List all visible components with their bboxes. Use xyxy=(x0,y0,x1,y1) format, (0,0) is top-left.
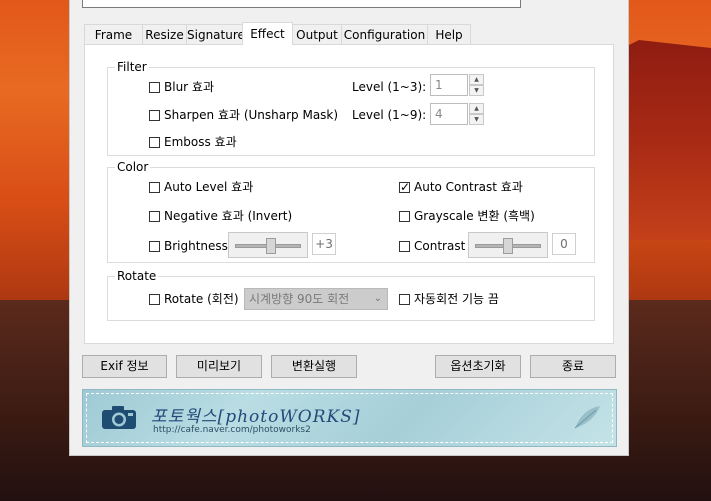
blur-checkbox-box[interactable] xyxy=(149,81,160,93)
exit-button[interactable]: 종료 xyxy=(530,355,616,378)
tab-frame[interactable]: Frame xyxy=(84,24,143,44)
auto-level-checkbox-box[interactable] xyxy=(149,181,160,193)
emboss-label: Emboss 효과 xyxy=(164,135,237,149)
sharpen-level-field[interactable]: 4 xyxy=(430,103,468,125)
negative-label: Negative 효과 (Invert) xyxy=(164,209,293,223)
contrast-checkbox-box[interactable] xyxy=(399,240,410,252)
color-legend: Color xyxy=(115,160,151,174)
blur-level-spinner[interactable]: 1 ▲ ▼ xyxy=(430,74,485,96)
brightness-label: Brightness xyxy=(164,239,228,253)
contrast-slider-thumb[interactable] xyxy=(503,238,513,254)
exif-info-button[interactable]: Exif 정보 xyxy=(82,355,167,378)
rotate-group: Rotate Rotate (회전) 시계방향 90도 회전 ⌄ 자동회전 기능… xyxy=(107,269,595,321)
tab-output[interactable]: Output xyxy=(292,24,342,44)
auto-rotate-off-label: 자동회전 기능 끔 xyxy=(414,292,499,306)
preview-button[interactable]: 미리보기 xyxy=(176,355,262,378)
tab-configuration[interactable]: Configuration xyxy=(341,24,428,44)
spin-up-icon[interactable]: ▲ xyxy=(469,103,484,114)
banner-url: http://cafe.naver.com/photoworks2 xyxy=(153,425,311,435)
tab-help[interactable]: Help xyxy=(427,24,471,44)
sharpen-level-label: Level (1~9): xyxy=(352,108,427,122)
app-window: Frame Resize Signature Effect Output Con… xyxy=(69,0,629,456)
auto-rotate-off-checkbox[interactable]: 자동회전 기능 끔 xyxy=(399,291,499,307)
blur-checkbox[interactable]: Blur 효과 xyxy=(149,79,214,95)
banner-title: 포토웍스[photoWORKS] xyxy=(151,407,361,427)
feather-icon xyxy=(574,406,600,429)
grayscale-checkbox[interactable]: Grayscale 변환 (흑백) xyxy=(399,208,535,224)
brightness-slider[interactable] xyxy=(228,232,308,258)
spin-down-icon[interactable]: ▼ xyxy=(469,114,484,125)
rotate-checkbox-box[interactable] xyxy=(149,293,160,305)
auto-contrast-label: Auto Contrast 효과 xyxy=(414,180,523,194)
brightness-checkbox[interactable]: Brightness xyxy=(149,238,228,254)
auto-contrast-checkbox[interactable]: ✓ Auto Contrast 효과 xyxy=(399,179,523,195)
contrast-label: Contrast xyxy=(414,239,466,253)
tab-effect[interactable]: Effect xyxy=(242,22,293,45)
sharpen-checkbox-box[interactable] xyxy=(149,109,160,121)
auto-rotate-off-checkbox-box[interactable] xyxy=(399,293,410,305)
blur-level-field[interactable]: 1 xyxy=(430,74,468,96)
photoworks-banner[interactable]: 포토웍스[photoWORKS] http://cafe.naver.com/p… xyxy=(82,389,617,447)
grayscale-label: Grayscale 변환 (흑백) xyxy=(414,209,535,223)
reset-options-button[interactable]: 옵션초기화 xyxy=(435,355,521,378)
convert-button[interactable]: 변환실행 xyxy=(271,355,357,378)
rotate-label: Rotate (회전) xyxy=(164,292,239,306)
sharpen-label: Sharpen 효과 (Unsharp Mask) xyxy=(164,108,339,122)
rotate-legend: Rotate xyxy=(115,269,159,283)
sharpen-level-spinner[interactable]: 4 ▲ ▼ xyxy=(430,103,485,125)
blur-level-label: Level (1~3): xyxy=(352,80,427,94)
brightness-checkbox-box[interactable] xyxy=(149,240,160,252)
spin-down-icon[interactable]: ▼ xyxy=(469,85,484,96)
auto-contrast-checkbox-box[interactable]: ✓ xyxy=(399,179,411,194)
negative-checkbox-box[interactable] xyxy=(149,210,160,222)
tab-signature[interactable]: Signature xyxy=(186,24,245,44)
rotate-direction-value: 시계방향 90도 회전 xyxy=(249,292,350,306)
auto-level-label: Auto Level 효과 xyxy=(164,180,254,194)
check-icon: ✓ xyxy=(400,179,411,194)
negative-checkbox[interactable]: Negative 효과 (Invert) xyxy=(149,208,292,224)
color-group: Color Auto Level 효과 ✓ Auto Contrast 효과 N… xyxy=(107,160,595,263)
filter-group: Filter Blur 효과 Sharpen 효과 (Unsharp Mask)… xyxy=(107,60,595,156)
rotate-checkbox[interactable]: Rotate (회전) xyxy=(149,291,239,307)
chevron-down-icon: ⌄ xyxy=(373,293,382,304)
blur-label: Blur 효과 xyxy=(164,80,215,94)
contrast-value: 0 xyxy=(552,233,576,255)
output-path-field[interactable] xyxy=(82,0,521,8)
filter-legend: Filter xyxy=(115,60,149,74)
brightness-slider-thumb[interactable] xyxy=(266,238,276,254)
rotate-direction-select[interactable]: 시계방향 90도 회전 ⌄ xyxy=(244,288,388,310)
auto-level-checkbox[interactable]: Auto Level 효과 xyxy=(149,179,253,195)
sharpen-checkbox[interactable]: Sharpen 효과 (Unsharp Mask) xyxy=(149,107,338,123)
spin-up-icon[interactable]: ▲ xyxy=(469,74,484,85)
contrast-checkbox[interactable]: Contrast xyxy=(399,238,465,254)
brightness-value: +3 xyxy=(312,233,336,255)
contrast-slider[interactable] xyxy=(468,232,548,258)
effect-panel: Filter Blur 효과 Sharpen 효과 (Unsharp Mask)… xyxy=(84,44,614,344)
grayscale-checkbox-box[interactable] xyxy=(399,210,410,222)
camera-icon xyxy=(102,406,136,429)
tab-resize[interactable]: Resize xyxy=(142,24,187,44)
emboss-checkbox-box[interactable] xyxy=(149,136,160,148)
emboss-checkbox[interactable]: Emboss 효과 xyxy=(149,134,237,150)
